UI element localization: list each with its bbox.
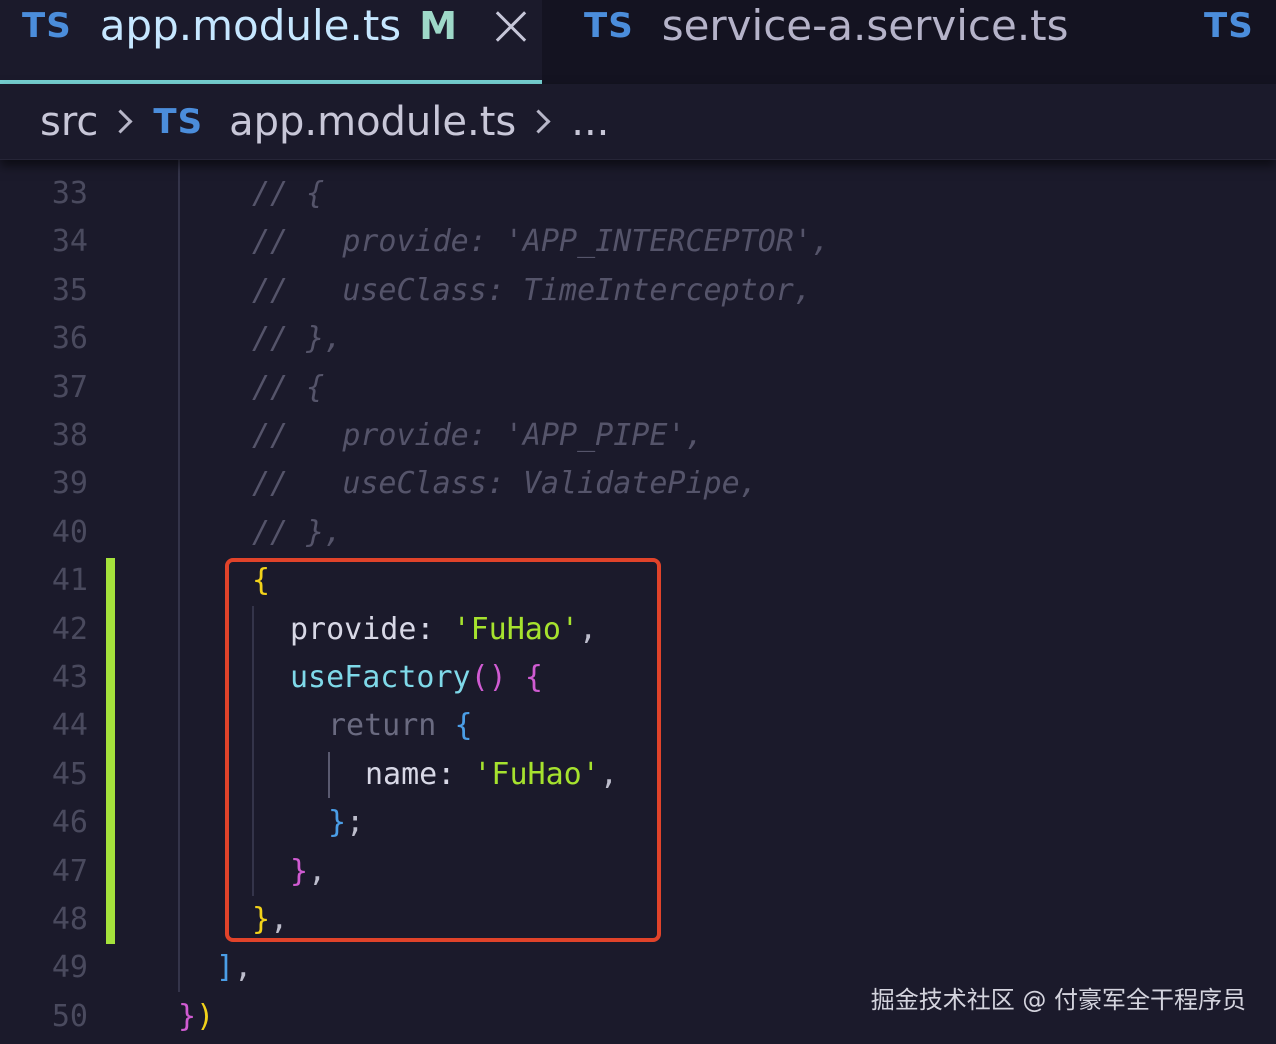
highlight-annotation-box [225, 558, 661, 942]
line-number: 48 [51, 902, 88, 937]
typescript-file-icon: TS [584, 6, 634, 46]
breadcrumb-more[interactable]: ... [571, 99, 609, 145]
code-line-40: // }, [252, 515, 343, 550]
line-number: 39 [51, 466, 88, 501]
gutter-modified-marker [106, 558, 115, 944]
code-line-39: // useClass: ValidatePipe, [252, 466, 758, 501]
line-number: 50 [51, 999, 88, 1034]
breadcrumb-folder[interactable]: src [40, 99, 98, 145]
tab-overflow[interactable]: TS [1204, 0, 1276, 84]
line-number: 34 [51, 224, 88, 259]
line-number: 41 [51, 563, 88, 598]
chevron-right-icon [108, 109, 133, 134]
code-line-36: // }, [252, 321, 343, 356]
code-line-35: // useClass: TimeInterceptor, [252, 273, 812, 308]
line-number: 42 [51, 612, 88, 647]
line-number: 43 [51, 660, 88, 695]
code-line-34: // provide: 'APP_INTERCEPTOR', [252, 224, 830, 259]
close-icon[interactable] [491, 2, 525, 50]
typescript-file-icon: TS [22, 6, 72, 46]
tab-bar: TS app.module.ts M TS service-a.service.… [0, 0, 1276, 84]
line-number: 36 [51, 321, 88, 356]
typescript-file-icon: TS [1204, 6, 1254, 46]
watermark: 掘金技术社区 @ 付豪军全干程序员 [870, 986, 1246, 1014]
typescript-file-icon: TS [153, 101, 204, 142]
tab-service-a[interactable]: TS service-a.service.ts [584, 0, 1184, 84]
code-line-50: }) [178, 999, 215, 1034]
tab-app-module[interactable]: TS app.module.ts M [0, 0, 542, 84]
code-line-49: ], [216, 950, 253, 985]
chevron-right-icon [526, 109, 551, 134]
tab-label: service-a.service.ts [661, 1, 1069, 50]
tab-label: app.module.ts [99, 1, 402, 50]
line-number: 33 [51, 176, 88, 211]
line-number: 44 [51, 708, 88, 743]
line-number: 46 [51, 805, 88, 840]
line-number: 49 [51, 950, 88, 985]
code-line-33: // { [252, 176, 325, 211]
line-number: 47 [51, 854, 88, 889]
line-number: 45 [51, 757, 88, 792]
line-number: 35 [51, 273, 88, 308]
code-editor[interactable]: 33 34 35 36 37 38 39 40 41 42 43 44 45 4… [0, 160, 1276, 1044]
indent-guide [178, 160, 180, 992]
code-line-37: // { [252, 370, 325, 405]
modified-indicator: M [419, 4, 458, 48]
code-line-38: // provide: 'APP_PIPE', [252, 418, 704, 453]
line-number: 40 [51, 515, 88, 550]
line-number: 38 [51, 418, 88, 453]
line-number: 37 [51, 370, 88, 405]
breadcrumb-file[interactable]: app.module.ts [229, 99, 516, 145]
breadcrumb: src TS app.module.ts ... [0, 84, 1276, 160]
